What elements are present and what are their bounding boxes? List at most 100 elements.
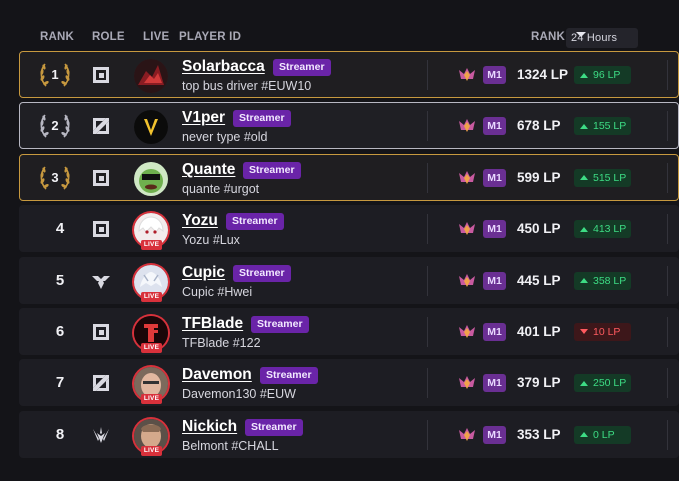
player-riot-id: Cupic #Hwei — [182, 284, 253, 299]
live-badge: LIVE — [141, 342, 162, 353]
divider — [427, 316, 428, 347]
top-icon — [91, 116, 111, 136]
lp-change-value: 358 LP — [593, 274, 627, 287]
leaderboard-row[interactable]: 6 LIVE TFBlade Streamer TFBlade #122 M1 401 LP… — [19, 307, 679, 355]
divider — [427, 162, 428, 193]
lp-value: 599 LP — [517, 169, 561, 185]
avatar-link[interactable]: LIVE — [134, 213, 168, 251]
tier-badge: M1 — [483, 374, 506, 393]
streamer-tag: Streamer — [226, 213, 284, 231]
lp-value: 445 LP — [517, 272, 561, 288]
player-riot-id: Davemon130 #EUW — [182, 387, 296, 402]
jungle-icon — [91, 168, 111, 188]
master-tier-icon — [457, 426, 477, 444]
role-column-header: ROLE — [92, 31, 125, 43]
live-column-header: LIVE — [143, 31, 170, 43]
leaderboard-row[interactable]: 1 Solarbacca Streamer top bus driver #EUW10… — [19, 51, 679, 98]
rank-number: 7 — [55, 374, 65, 392]
leaderboard-row[interactable]: 8 LIVE Nickich Streamer Belmont #CHALL M1 353 … — [19, 410, 679, 458]
streamer-tag: Streamer — [251, 315, 309, 333]
player-name-link[interactable]: Quante — [182, 161, 235, 179]
divider — [427, 368, 428, 399]
tier-badge: M1 — [483, 66, 506, 84]
player-name-link[interactable]: Solarbacca — [182, 58, 265, 76]
tier-badge: M1 — [483, 271, 506, 290]
divider — [667, 316, 668, 347]
leaderboard-row[interactable]: 4 LIVE Yozu Streamer Yozu #Lux M1 450 LP 413 LP — [19, 205, 679, 253]
live-badge: LIVE — [141, 240, 162, 251]
avatar-link[interactable] — [134, 161, 168, 196]
player-name-link[interactable]: Cupic — [182, 264, 225, 282]
lp-change-value: 515 LP — [593, 171, 627, 184]
lp-change-badge: 155 LP — [574, 117, 631, 136]
mid-icon — [91, 425, 111, 445]
divider — [667, 419, 668, 450]
leaderboard-row[interactable]: 2 V1per Streamer never type #old M1 678 LP 155… — [19, 102, 679, 150]
leaderboard-row[interactable]: 7 LIVE Davemon Streamer Davemon130 #EUW M1 379… — [19, 359, 679, 407]
avatar-link[interactable]: LIVE — [134, 315, 168, 353]
master-tier-icon — [457, 374, 477, 392]
lp-change-value: 413 LP — [593, 223, 627, 236]
player-riot-id: Yozu #Lux — [182, 233, 240, 248]
arrow-up-icon — [580, 72, 588, 78]
master-tier-icon — [457, 220, 477, 238]
lp-change-badge: 250 LP — [574, 374, 631, 393]
tier-badge: M1 — [483, 117, 506, 136]
avatar — [134, 161, 168, 196]
tier-badge: M1 — [483, 425, 506, 444]
leaderboard-row[interactable]: 5 LIVE Cupic Streamer Cupic #Hwei M1 445 LP 358… — [19, 256, 679, 304]
streamer-tag: Streamer — [233, 110, 291, 128]
player-name-link[interactable]: TFBlade — [182, 315, 243, 333]
streamer-tag: Streamer — [245, 418, 303, 436]
rank-column-header: RANK — [40, 31, 75, 43]
player-riot-id: TFBlade #122 — [182, 335, 261, 350]
jungle-icon — [91, 322, 111, 342]
lp-change-value: 96 LP — [593, 69, 621, 81]
arrow-up-icon — [580, 380, 588, 386]
avatar-link[interactable]: LIVE — [134, 418, 168, 456]
divider — [667, 265, 668, 296]
avatar-link[interactable] — [134, 110, 168, 145]
period-dropdown[interactable]: 24 Hours — [566, 28, 638, 48]
rank-stat-column-header: RANK — [531, 31, 566, 43]
lp-value: 353 LP — [517, 426, 561, 442]
player-name-link[interactable]: Yozu — [182, 212, 218, 230]
player-name-link[interactable]: Davemon — [182, 366, 252, 384]
arrow-down-icon — [580, 329, 588, 335]
leaderboard-row[interactable]: 3 Quante Streamer quante #urgot M1 599 LP 515 … — [19, 153, 679, 201]
player-riot-id: top bus driver #EUW10 — [182, 79, 312, 93]
divider — [667, 60, 668, 90]
rank-number: 3 — [51, 169, 59, 185]
avatar-link[interactable]: LIVE — [134, 367, 168, 405]
player-name-link[interactable]: Nickich — [182, 418, 237, 436]
arrow-up-icon — [580, 278, 588, 284]
avatar-link[interactable]: LIVE — [134, 264, 168, 302]
divider — [427, 419, 428, 450]
streamer-tag: Streamer — [243, 161, 301, 179]
table-header: RANK ROLE LIVE PLAYER ID RANK 24 Hours — [0, 27, 679, 49]
lp-change-badge: 358 LP — [574, 271, 631, 290]
player-riot-id: Belmont #CHALL — [182, 438, 279, 453]
master-tier-icon — [457, 323, 477, 341]
streamer-tag: Streamer — [273, 59, 331, 76]
arrow-up-icon — [580, 226, 588, 232]
rank-number: 8 — [55, 425, 65, 443]
arrow-up-icon — [580, 432, 588, 438]
tier-badge: M1 — [483, 322, 506, 341]
lp-change-value: 10 LP — [593, 325, 621, 338]
lp-change-badge: 515 LP — [574, 168, 631, 187]
lp-change-badge: 0 LP — [574, 425, 631, 444]
divider — [667, 214, 668, 245]
lp-value: 379 LP — [517, 375, 561, 391]
divider — [427, 214, 428, 245]
player-name-link[interactable]: V1per — [182, 109, 225, 127]
divider — [427, 60, 428, 90]
rank-number: 1 — [51, 67, 59, 82]
master-tier-icon — [457, 272, 477, 290]
master-tier-icon — [457, 66, 477, 84]
lp-change-value: 0 LP — [593, 428, 615, 441]
top-icon — [91, 373, 111, 393]
avatar-link[interactable] — [134, 59, 168, 93]
master-tier-icon — [457, 169, 477, 187]
arrow-up-icon — [580, 123, 588, 129]
